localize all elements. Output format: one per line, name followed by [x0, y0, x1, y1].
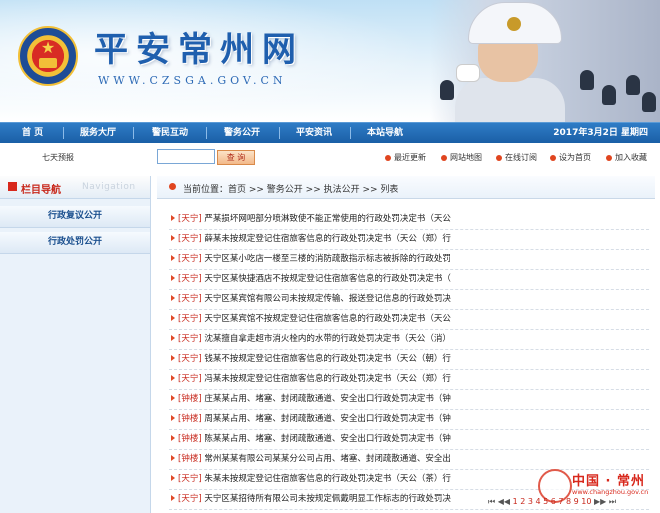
link-site-map[interactable]: 网站地图	[441, 152, 482, 163]
prev-page-icon[interactable]: ◀◀	[498, 497, 510, 506]
weather-forecast-link[interactable]: 七天预报	[42, 152, 74, 163]
first-page-icon[interactable]: ⏮	[488, 497, 495, 506]
sidebar-item-penalty[interactable]: 行政处罚公开	[0, 232, 150, 254]
arrow-bullet-icon	[171, 375, 175, 381]
officer-glove	[456, 64, 480, 82]
breadcrumb-text: 当前位置：首页 >> 警务公开 >> 执法公开 >> 列表	[183, 185, 399, 195]
arrow-bullet-icon	[171, 395, 175, 401]
link-recent-updates[interactable]: 最近更新	[385, 152, 426, 163]
officer-uniform	[455, 78, 565, 122]
main-content: 当前位置：首页 >> 警务公开 >> 执法公开 >> 列表 [天宁] 严某损坏网…	[157, 176, 660, 513]
search-input[interactable]	[157, 149, 215, 164]
nav-affairs-public[interactable]: 警务公开	[224, 123, 260, 143]
arrow-bullet-icon	[171, 295, 175, 301]
sidebar-title-en: Navigation	[82, 182, 136, 192]
list-item[interactable]: [钟楼] 周某某占用、堵塞、封闭疏散通道、安全出口行政处罚决定书（钟	[169, 410, 649, 430]
arrow-bullet-icon	[171, 275, 175, 281]
list-item[interactable]: [天宁] 天宁区某快捷酒店不按规定登记住宿旅客信息的行政处罚决定书（	[169, 270, 649, 290]
breadcrumb: 当前位置：首页 >> 警务公开 >> 执法公开 >> 列表	[157, 176, 655, 199]
nav-home[interactable]: 首 页	[22, 123, 43, 143]
bullet-icon	[606, 154, 612, 161]
nav-site-map[interactable]: 本站导航	[367, 123, 403, 143]
arrow-bullet-icon	[171, 435, 175, 441]
sidebar-item-review[interactable]: 行政复议公开	[0, 206, 150, 228]
police-emblem-icon: ★	[18, 26, 78, 86]
list-item[interactable]: [天宁] 天宁区某小吃店一楼至三楼的消防疏散指示标志被拆除的行政处罚	[169, 250, 649, 270]
arrow-bullet-icon	[171, 415, 175, 421]
article-list: [天宁] 严某损坏网吧部分喷淋致使不能正常使用的行政处罚决定书（天公 [天宁] …	[169, 210, 649, 510]
list-item[interactable]: [钟楼] 陈某某占用、堵塞、封闭疏散通道、安全出口行政处罚决定书（钟	[169, 430, 649, 450]
arrow-bullet-icon	[171, 475, 175, 481]
nav-news[interactable]: 平安资讯	[296, 123, 332, 143]
site-url: WWW.CZSGA.GOV.CN	[98, 74, 287, 87]
arrow-bullet-icon	[171, 355, 175, 361]
arrow-bullet-icon	[171, 455, 175, 461]
sidebar-header: 栏目导航 Navigation	[0, 176, 150, 199]
watermark-title: 中国 · 常州	[572, 474, 645, 489]
list-item[interactable]: [天宁] 钱某不按规定登记住宿旅客信息的行政处罚决定书（天公（朝）行	[169, 350, 649, 370]
search-button[interactable]: 查 询	[217, 150, 255, 165]
list-item[interactable]: [天宁] 严某损坏网吧部分喷淋致使不能正常使用的行政处罚决定书（天公	[169, 210, 649, 230]
header-banner: ★ 平安常州网 WWW.CZSGA.GOV.CN	[0, 0, 660, 122]
watermark-url: www.changzhou.gov.cn	[572, 488, 649, 496]
main-nav: 首 页 服务大厅 警民互动 警务公开 平安资讯 本站导航 2017年3月2日 星…	[0, 122, 660, 143]
link-add-favorite[interactable]: 加入收藏	[606, 152, 647, 163]
arrow-bullet-icon	[171, 235, 175, 241]
list-item[interactable]: [天宁] 冯某未按规定登记住宿旅客信息的行政处罚决定书（天公（郑）行	[169, 370, 649, 390]
list-item[interactable]: [天宁] 沈某擅自拿走超市消火栓内的水带的行政处罚决定书（天公（消）	[169, 330, 649, 350]
sidebar-title: 栏目导航	[21, 185, 61, 196]
next-page-icon[interactable]: ▶▶	[594, 497, 606, 506]
arrow-bullet-icon	[171, 215, 175, 221]
link-set-homepage[interactable]: 设为首页	[550, 152, 591, 163]
nav-service-hall[interactable]: 服务大厅	[80, 123, 116, 143]
pagination: ⏮ ◀◀ 1 2 3 4 5 6 7 8 9 10 ▶▶ ⏭	[488, 497, 616, 507]
arrow-bullet-icon	[171, 255, 175, 261]
current-date: 2017年3月2日 星期四	[553, 128, 648, 138]
list-item[interactable]: [天宁] 天宁区某宾馆有限公司未按规定传输、报送登记信息的行政处罚决	[169, 290, 649, 310]
officer-face	[478, 38, 538, 82]
red-square-icon	[8, 182, 17, 191]
arrow-bullet-icon	[171, 315, 175, 321]
list-item[interactable]: [钟楼] 庄某某占用、堵塞、封闭疏散通道、安全出口行政处罚决定书（钟	[169, 390, 649, 410]
page-numbers[interactable]: 1 2 3 4 5 6 7 8 9 10	[513, 497, 592, 506]
location-icon	[169, 183, 176, 190]
list-item[interactable]: [天宁] 薛某未按规定登记住宿旅客信息的行政处罚决定书（天公（郑）行	[169, 230, 649, 250]
toolbar: 七天预报 查 询 最近更新 网站地图 在线订阅 设为首页 加入收藏	[0, 145, 660, 169]
nav-interaction[interactable]: 警民互动	[152, 123, 188, 143]
bullet-icon	[385, 154, 391, 161]
bullet-icon	[496, 154, 502, 161]
last-page-icon[interactable]: ⏭	[609, 497, 616, 506]
sidebar: 栏目导航 Navigation 行政复议公开 行政处罚公开	[0, 176, 151, 513]
list-item[interactable]: [天宁] 天宁区某宾馆不按规定登记住宿旅客信息的行政处罚决定书（天公	[169, 310, 649, 330]
link-subscribe[interactable]: 在线订阅	[496, 152, 537, 163]
bullet-icon	[441, 154, 447, 161]
site-title: 平安常州网	[94, 30, 304, 70]
arrow-bullet-icon	[171, 495, 175, 501]
bullet-icon	[550, 154, 556, 161]
arrow-bullet-icon	[171, 335, 175, 341]
